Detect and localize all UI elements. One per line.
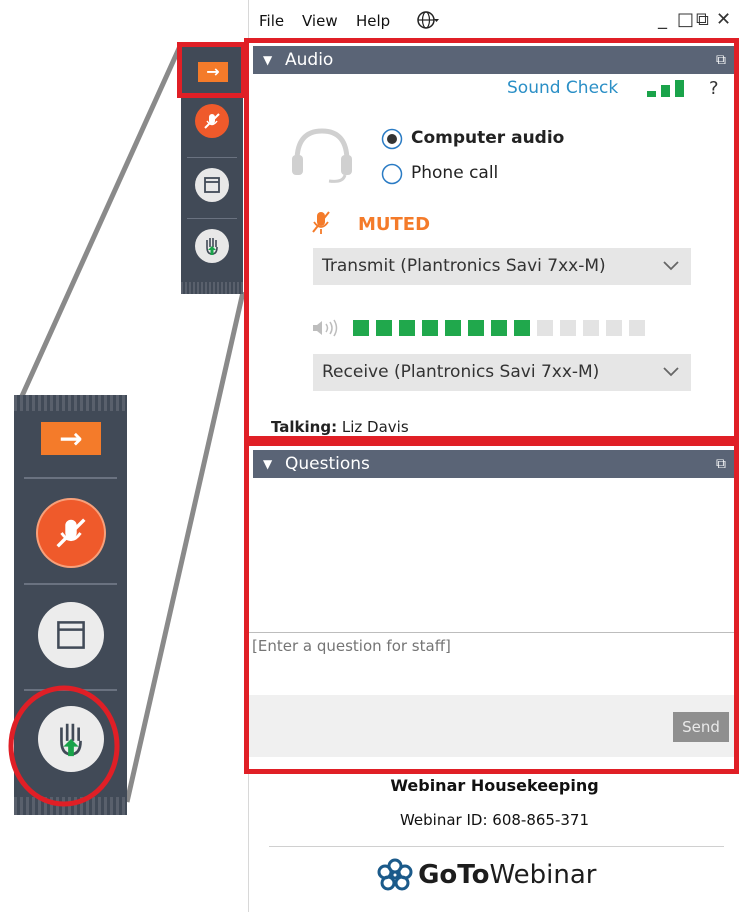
menu-file[interactable]: File (259, 12, 284, 30)
gotowebinar-logo: GoToWebinar (377, 858, 596, 894)
menu-help[interactable]: Help (356, 12, 390, 30)
restore-button[interactable]: □ (677, 9, 694, 30)
highlight-circle (8, 685, 120, 807)
menu-view[interactable]: View (302, 12, 338, 30)
footer-divider (269, 846, 724, 847)
window-icon[interactable] (38, 602, 104, 668)
webinar-id: Webinar ID: 608-865-371 (399, 811, 590, 829)
minimize-button[interactable]: _ (658, 9, 667, 30)
toolbar-grip[interactable] (181, 282, 243, 294)
toolbar-grip[interactable] (14, 395, 127, 411)
raise-hand-icon[interactable] (195, 229, 229, 263)
brand-webinar: Webinar (489, 860, 597, 890)
highlight-box-expand (177, 42, 246, 98)
close-button[interactable]: ✕ (716, 9, 731, 30)
highlight-box-questions (244, 441, 739, 774)
popout-button[interactable]: ⧉ (696, 9, 709, 30)
globe-icon[interactable] (417, 10, 439, 34)
menubar: File View Help _ □ ⧉ ✕ (249, 0, 739, 40)
toolbar-divider (187, 157, 237, 158)
expand-arrow-icon[interactable]: → (41, 422, 101, 455)
webinar-name: Webinar Housekeeping (390, 776, 599, 795)
toolbar-divider (24, 477, 117, 479)
highlight-box-audio (244, 38, 739, 441)
toolbar-divider (24, 583, 117, 585)
window-icon[interactable] (195, 168, 229, 202)
gotowebinar-flower-icon (377, 858, 413, 891)
microphone-muted-icon[interactable] (195, 104, 229, 138)
microphone-muted-icon[interactable] (38, 500, 104, 566)
toolbar-divider (187, 218, 237, 219)
brand-goto: GoTo (418, 860, 490, 890)
